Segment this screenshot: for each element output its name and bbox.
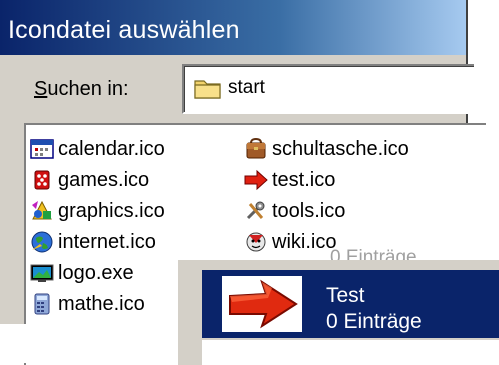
category-icon-box	[222, 276, 302, 332]
mathe-icon	[34, 293, 50, 315]
file-item-wiki[interactable]: wiki.ico	[244, 229, 336, 255]
schoolbag-icon	[246, 137, 266, 159]
look-in-label-mnemonic: S	[34, 78, 48, 100]
graphics-icon	[32, 200, 52, 220]
file-name: graphics.ico	[58, 200, 165, 222]
file-item-tools[interactable]: tools.ico	[244, 198, 345, 224]
dialog-title: Icondatei auswählen	[8, 16, 240, 44]
category-popup: 0 Einträge Test 0 Einträge	[176, 247, 499, 365]
wiki-icon	[246, 232, 266, 252]
internet-icon	[31, 231, 53, 253]
file-name: mathe.ico	[58, 293, 145, 315]
look-in-value: start	[228, 77, 265, 98]
file-item-calendar[interactable]: calendar.ico	[30, 136, 165, 162]
file-name: internet.ico	[58, 231, 156, 253]
arrow-icon	[244, 169, 268, 191]
calendar-icon	[30, 139, 54, 159]
file-name: test.ico	[272, 169, 336, 191]
file-item-mathe[interactable]: mathe.ico	[30, 291, 145, 317]
category-entry-count: 0 Einträge	[326, 310, 422, 333]
look-in-label: Suchen in:	[34, 77, 129, 101]
file-item-graphics[interactable]: graphics.ico	[30, 198, 165, 224]
folder-icon	[194, 80, 221, 99]
category-item-test[interactable]: Test 0 Einträge	[202, 270, 499, 338]
category-title: Test	[326, 284, 365, 307]
file-name: logo.exe	[58, 262, 134, 284]
file-name: wiki.ico	[272, 231, 337, 253]
file-item-logo[interactable]: logo.exe	[30, 260, 134, 286]
file-item-internet[interactable]: internet.ico	[30, 229, 156, 255]
partially-hidden-count: 0 Einträge	[330, 247, 417, 260]
look-in-dropdown[interactable]: start	[182, 64, 474, 114]
blank-area	[0, 324, 182, 363]
file-name: schultasche.ico	[272, 138, 409, 160]
logo-icon	[30, 264, 54, 282]
file-name: calendar.ico	[58, 138, 165, 160]
file-item-schultasche[interactable]: schultasche.ico	[244, 136, 409, 162]
popup-empty-area	[202, 340, 499, 365]
file-item-test[interactable]: test.ico	[244, 167, 335, 193]
tools-icon	[246, 201, 265, 220]
look-in-label-text: uchen in:	[47, 78, 129, 100]
file-name: tools.ico	[272, 200, 346, 222]
file-item-games[interactable]: games.ico	[30, 167, 149, 193]
games-icon	[34, 170, 50, 190]
file-name: games.ico	[58, 169, 150, 191]
red-arrow-icon	[229, 279, 298, 329]
title-bar[interactable]: Icondatei auswählen	[0, 0, 466, 55]
